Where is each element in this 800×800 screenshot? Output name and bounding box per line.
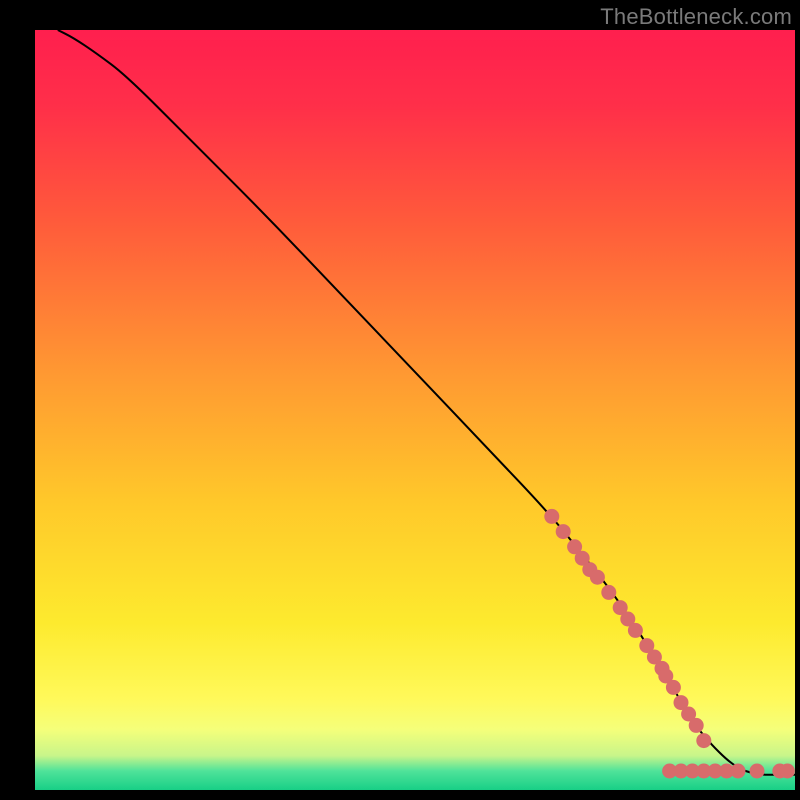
chart-marker bbox=[731, 764, 746, 779]
chart-marker bbox=[750, 764, 765, 779]
chart-marker bbox=[590, 570, 605, 585]
chart-gradient-bg bbox=[35, 30, 795, 790]
chart-marker bbox=[601, 585, 616, 600]
chart-marker bbox=[696, 733, 711, 748]
chart-svg bbox=[0, 0, 800, 800]
watermark-text: TheBottleneck.com bbox=[600, 4, 792, 30]
chart-container: TheBottleneck.com bbox=[0, 0, 800, 800]
chart-marker bbox=[780, 764, 795, 779]
chart-marker bbox=[689, 718, 704, 733]
chart-marker bbox=[556, 524, 571, 539]
chart-marker bbox=[544, 509, 559, 524]
chart-marker bbox=[666, 680, 681, 695]
chart-marker bbox=[628, 623, 643, 638]
